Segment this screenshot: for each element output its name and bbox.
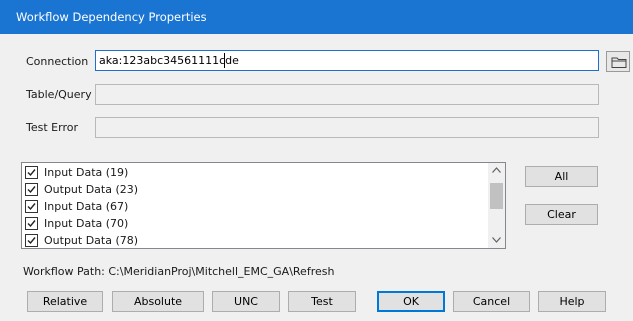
item-checkbox[interactable] (25, 200, 38, 213)
list-item-label: Output Data (78) (44, 234, 139, 247)
table-query-label: Table/Query (26, 88, 92, 101)
dependency-list[interactable]: Input Data (19) Output Data (23) Input D… (21, 162, 506, 249)
title-bar: Workflow Dependency Properties (0, 0, 633, 34)
list-item[interactable]: Input Data (19) (24, 164, 484, 181)
list-item[interactable]: Input Data (67) (24, 198, 484, 215)
ok-button[interactable]: OK (377, 291, 445, 312)
clear-button[interactable]: Clear (525, 204, 598, 225)
chevron-down-icon[interactable] (492, 237, 501, 243)
checkmark-icon (27, 169, 36, 177)
help-button[interactable]: Help (538, 291, 606, 312)
item-checkbox[interactable] (25, 234, 38, 247)
connection-input[interactable]: aka:123abc34561111cde (95, 50, 599, 71)
absolute-button[interactable]: Absolute (112, 291, 204, 312)
item-checkbox[interactable] (25, 217, 38, 230)
connection-input-value: aka:123abc34561111cde (99, 54, 239, 67)
list-item-label: Input Data (67) (44, 200, 129, 213)
checkmark-icon (27, 220, 36, 228)
workflow-path: Workflow Path: C:\MeridianProj\Mitchell_… (23, 265, 335, 278)
checkmark-icon (27, 186, 36, 194)
folder-icon (611, 57, 627, 68)
list-item-label: Input Data (19) (44, 166, 129, 179)
item-checkbox[interactable] (25, 183, 38, 196)
table-query-field (95, 84, 599, 105)
cancel-button[interactable]: Cancel (453, 291, 530, 312)
checkmark-icon (27, 203, 36, 211)
relative-button[interactable]: Relative (27, 291, 103, 312)
chevron-up-icon[interactable] (492, 167, 501, 173)
item-checkbox[interactable] (25, 166, 38, 179)
list-item-label: Input Data (70) (44, 217, 129, 230)
list-item[interactable]: Output Data (23) (24, 181, 484, 198)
scrollbar-thumb[interactable] (490, 183, 503, 209)
list-scrollbar[interactable] (488, 163, 505, 248)
window-title: Workflow Dependency Properties (16, 10, 207, 24)
text-caret (224, 53, 225, 68)
checkmark-icon (27, 237, 36, 245)
list-item-label: Output Data (23) (44, 183, 139, 196)
test-error-label: Test Error (26, 121, 78, 134)
all-button[interactable]: All (525, 166, 598, 187)
unc-button[interactable]: UNC (212, 291, 280, 312)
connection-label: Connection (26, 55, 89, 68)
list-item[interactable]: Output Data (78) (24, 232, 484, 248)
list-item[interactable]: Input Data (70) (24, 215, 484, 232)
test-button[interactable]: Test (288, 291, 356, 312)
browse-button[interactable] (606, 51, 630, 72)
test-error-field (95, 117, 599, 138)
